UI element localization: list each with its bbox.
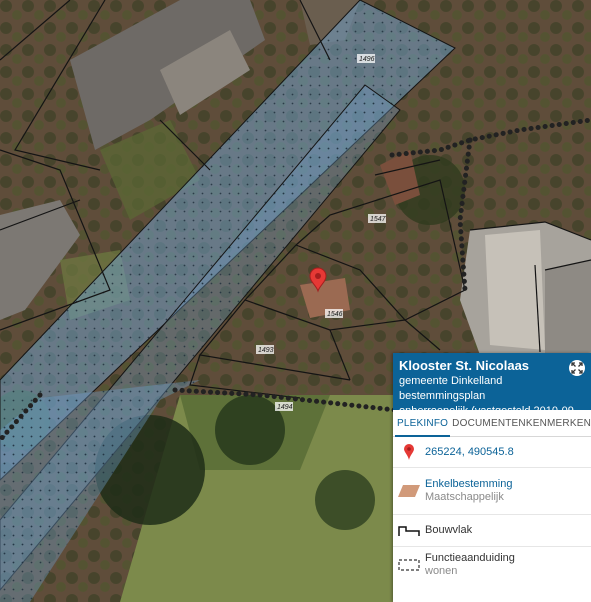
tab-plekinfo[interactable]: PLEKINFO <box>393 410 452 437</box>
plan-type: bestemmingsplan <box>399 390 486 402</box>
functieaanduiding-icon <box>397 559 421 571</box>
legend-subtitle-functieaanduiding: wonen <box>425 565 458 577</box>
parcel-label-1493: 1493 <box>258 347 274 354</box>
legend-subtitle-enkelbestemming: Maatschappelijk <box>425 491 504 503</box>
legend-title-enkelbestemming: Enkelbestemming <box>425 478 513 490</box>
location-pin-icon <box>397 444 421 460</box>
legend-title-functieaanduiding: Functieaanduiding <box>425 552 515 564</box>
legend-item-enkelbestemming[interactable]: Enkelbestemming Maatschappelijk <box>393 468 591 515</box>
location-row: 265224, 490545.8 <box>393 437 591 468</box>
legend-item-bouwvlak[interactable]: Bouwvlak <box>393 515 591 547</box>
tab-kenmerken[interactable]: KENMERKEN <box>526 410 591 436</box>
tab-documenten[interactable]: DOCUMENTEN <box>452 410 526 436</box>
panel-title: Klooster St. Nicolaas <box>399 358 530 373</box>
legend-title-bouwvlak: Bouwvlak <box>425 524 473 536</box>
parcel-label-1494: 1494 <box>277 404 293 411</box>
info-panel: Klooster St. Nicolaas gemeente Dinkellan… <box>393 353 591 602</box>
expand-icon[interactable] <box>568 359 586 377</box>
panel-tabs: PLEKINFO DOCUMENTEN KENMERKEN <box>393 410 591 437</box>
legend-item-functieaanduiding[interactable]: Functieaanduiding wonen <box>393 547 591 583</box>
parcel-label-1547: 1547 <box>370 216 387 223</box>
bouwvlak-icon <box>397 525 421 537</box>
municipality: gemeente Dinkelland <box>399 375 503 387</box>
parcel-label-1546: 1546 <box>327 311 343 318</box>
location-coords[interactable]: 265224, 490545.8 <box>421 446 514 459</box>
enkelbestemming-swatch-icon <box>397 485 421 497</box>
parcel-label-1496: 1496 <box>359 56 375 63</box>
panel-header: Klooster St. Nicolaas gemeente Dinkellan… <box>393 353 591 432</box>
